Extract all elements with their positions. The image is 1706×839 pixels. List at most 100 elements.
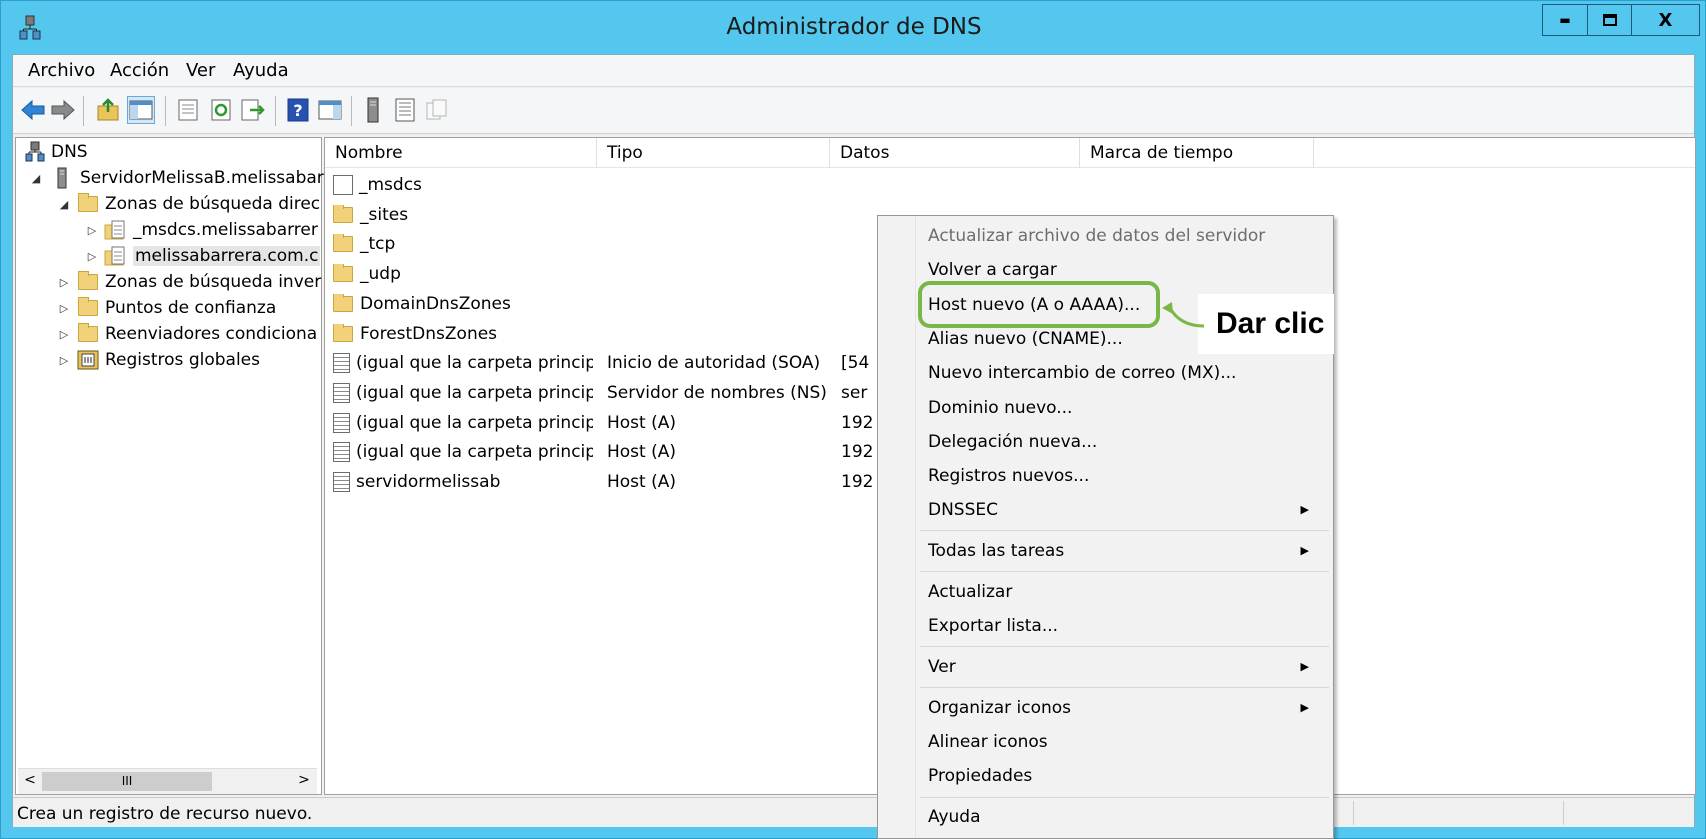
cell-nombre: _sites [333,204,593,225]
tree-label: Puntos de confianza [105,298,277,318]
menu-item-label: DNSSEC [928,500,999,520]
tree-label: Reenviadores condiciona [105,324,318,344]
menu-item-dominio-nuevo[interactable]: Dominio nuevo... [928,398,1072,418]
copy-records-button[interactable] [423,96,451,124]
server-icon [57,167,67,189]
menu-item-delegacion-nueva[interactable]: Delegación nueva... [928,432,1097,452]
back-arrow-icon [21,99,45,121]
refresh-button[interactable] [207,96,235,124]
folder-icon [78,323,98,342]
export-list-button[interactable] [239,96,267,124]
menu-ayuda[interactable]: Ayuda [233,60,289,81]
menu-item-actualizar-archivo[interactable]: Actualizar archivo de datos del servidor [928,226,1265,246]
tree-label: Registros globales [105,350,260,370]
folder-up-icon [97,98,119,121]
maximize-button[interactable] [1587,4,1632,36]
menu-item-ver[interactable]: Ver ▶ [928,657,1323,677]
column-header-datos[interactable]: Datos [830,138,1080,168]
up-folder-button[interactable] [95,96,123,124]
tree-node-zone-main[interactable]: ▷ melissabarrera.com.c [86,244,321,268]
cell-tipo: Host (A) [607,412,677,433]
menu-accion[interactable]: Acción [110,60,169,81]
menu-separator [920,571,1329,572]
folder-icon [78,193,98,212]
scrollbar-thumb[interactable]: III [42,772,212,791]
menu-item-todas-las-tareas[interactable]: Todas las tareas ▶ [928,541,1323,561]
tree-node-trust-points[interactable]: ▷ Puntos de confianza [58,296,276,320]
cell-datos: 192 [841,442,874,463]
menu-item-label: Ver [928,657,956,677]
record-icon [333,442,350,463]
close-button[interactable]: X [1631,4,1700,36]
menu-archivo[interactable]: Archivo [28,60,95,81]
menu-item-actualizar[interactable]: Actualizar [928,582,1012,602]
back-button[interactable] [19,96,47,124]
cell-nombre: (igual que la carpeta princip... [333,382,593,403]
show-action-pane-button[interactable] [316,96,344,124]
scroll-right-icon[interactable]: > [294,772,314,791]
record-name: _sites [360,204,409,225]
menu-item-volver-a-cargar[interactable]: Volver a cargar [928,260,1057,280]
zone-icon [104,246,125,266]
record-name: DomainDnsZones [360,293,511,314]
folder-icon [333,234,353,253]
expand-triangle-icon: ▷ [59,327,69,341]
menu-item-registros-nuevos[interactable]: Registros nuevos... [928,466,1089,486]
cell-tipo: Servidor de nombres (NS) [607,382,827,403]
menu-ver[interactable]: Ver [186,60,215,81]
table-row[interactable]: _msdcs [325,172,1325,199]
folder-icon [333,204,353,223]
column-header-tipo[interactable]: Tipo [597,138,830,168]
properties-button[interactable] [174,96,202,124]
menu-separator [920,646,1329,647]
scroll-left-icon[interactable]: < [20,772,40,791]
menu-item-nuevo-intercambio-correo[interactable]: Nuevo intercambio de correo (MX)... [928,363,1236,383]
host-nuevo-highlight-box [918,281,1160,328]
submenu-arrow-icon: ▶ [1300,701,1309,714]
tree-node-global-logs[interactable]: ▷ Registros globales [58,348,260,372]
window-client-area: Archivo Acción Ver Ayuda ? DNS ◢ Servido… [12,54,1696,827]
status-text: Crea un registro de recurso nuevo. [17,804,313,824]
dns-icon [25,141,45,162]
menu-item-propiedades[interactable]: Propiedades [928,766,1032,786]
refresh-icon [211,99,231,121]
record-icon [333,382,350,403]
tree-node-dns[interactable]: DNS [25,140,88,164]
menu-item-exportar-lista[interactable]: Exportar lista... [928,616,1058,636]
tree-node-reverse-zones[interactable]: ▷ Zonas de búsqueda inver [58,270,321,294]
collapse-triangle-icon: ◢ [31,171,41,185]
record-name: ForestDnsZones [360,323,498,344]
forward-button[interactable] [49,96,77,124]
tree-node-forward-zones[interactable]: ◢ Zonas de búsqueda direc [58,192,320,216]
minimize-button[interactable]: ▬ [1542,4,1588,36]
records-list-button[interactable] [391,96,419,124]
expand-triangle-icon: ▷ [87,223,97,237]
menu-item-dnssec[interactable]: DNSSEC ▶ [928,500,1323,520]
cell-nombre: DomainDnsZones [333,293,593,314]
close-icon: X [1658,9,1673,31]
menu-item-ayuda[interactable]: Ayuda [928,807,981,827]
column-header-marca-de-tiempo[interactable]: Marca de tiempo [1080,138,1314,168]
server-icon [367,97,379,123]
submenu-arrow-icon: ▶ [1300,544,1309,557]
cell-datos: [54 [841,353,870,374]
svg-text:?: ? [293,101,302,120]
tree-node-server[interactable]: ◢ ServidorMelissaB.melissabar [30,166,324,190]
record-icon [333,353,350,374]
tree-node-zone-msdcs[interactable]: ▷ _msdcs.melissabarrer [86,218,318,242]
log-book-icon [77,350,99,370]
tree-node-conditional-forwarders[interactable]: ▷ Reenviadores condiciona [58,322,317,346]
menu-separator [920,530,1329,531]
show-hide-tree-button[interactable] [127,96,155,124]
column-header-nombre[interactable]: Nombre [325,138,597,168]
tree-horizontal-scrollbar[interactable]: < III > [18,768,317,794]
expand-triangle-icon: ▷ [59,301,69,315]
menu-item-alias-nuevo[interactable]: Alias nuevo (CNAME)... [928,329,1123,349]
help-button[interactable]: ? [284,96,312,124]
server-button[interactable] [359,96,387,124]
toolbar-separator [83,96,84,126]
menu-item-organizar-iconos[interactable]: Organizar iconos ▶ [928,698,1323,718]
menu-item-alinear-iconos[interactable]: Alinear iconos [928,732,1048,752]
cell-nombre: ForestDnsZones [333,323,593,344]
toolbar-separator [165,96,166,126]
